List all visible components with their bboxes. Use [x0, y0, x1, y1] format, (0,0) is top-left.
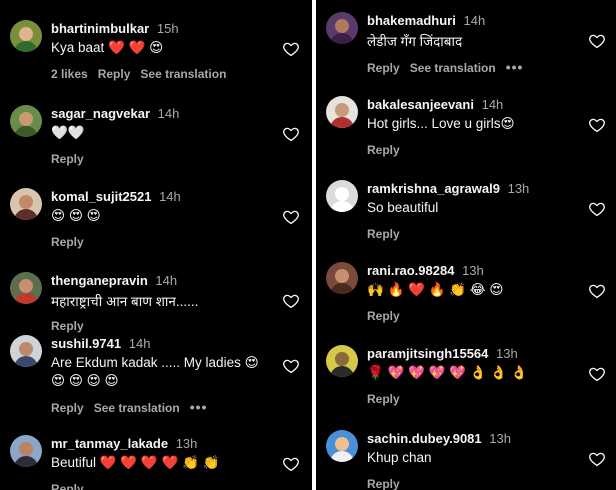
comment-text: Are Ekdum kadak ..... My ladies 😍 — [51, 355, 259, 370]
heart-outline-icon[interactable] — [282, 208, 300, 226]
comment-username[interactable]: sagar_nagvekar — [51, 106, 150, 121]
heart-outline-icon[interactable] — [588, 282, 606, 300]
comment-timestamp: 13h — [175, 436, 198, 451]
comment-text: 🙌 🔥 ❤️ 🔥 👏 😂 😍 — [367, 282, 504, 297]
avatar[interactable] — [326, 345, 358, 377]
comment-timestamp: 14h — [128, 336, 151, 351]
comment-timestamp: 14h — [157, 106, 180, 121]
comment-text: So beautiful — [367, 200, 439, 215]
comments-column-left: bhartinimbulkar 15h Kya baat ❤️ ❤️ 😍 2 li… — [0, 0, 312, 490]
comment-text-line2: 😍 😍 😍 😍 — [51, 373, 119, 388]
reply-button[interactable]: Reply — [367, 143, 400, 157]
comment-username[interactable]: mr_tanmay_lakade — [51, 436, 168, 451]
avatar[interactable] — [326, 262, 358, 294]
comment-timestamp: 14h — [159, 189, 181, 204]
reply-button[interactable]: Reply — [51, 482, 84, 490]
heart-outline-icon[interactable] — [282, 125, 300, 143]
comment-timestamp: 15h — [156, 21, 179, 36]
reply-button[interactable]: Reply — [51, 152, 84, 166]
comment-text: Hot girls... Love u girls😍 — [367, 116, 515, 131]
comment-timestamp: 13h — [496, 346, 518, 361]
heart-outline-icon[interactable] — [588, 450, 606, 468]
see-translation-button[interactable]: See translation — [140, 67, 226, 81]
heart-outline-icon[interactable] — [588, 200, 606, 218]
comment-username[interactable]: komal_sujit2521 — [51, 189, 151, 204]
comment-username[interactable]: sushil.9741 — [51, 336, 121, 351]
reply-button[interactable]: Reply — [367, 61, 400, 75]
more-options-icon[interactable]: ••• — [506, 59, 524, 75]
comment-timestamp: 13h — [462, 263, 484, 278]
comment-timestamp: 13h — [507, 181, 530, 196]
comment-text: Beutiful ❤️ ❤️ ❤️ ❤️ 👏 👏 — [51, 455, 220, 470]
comment-username[interactable]: bhakemadhuri — [367, 13, 456, 28]
avatar[interactable] — [326, 180, 358, 212]
comment-username[interactable]: ramkrishna_agrawal9 — [367, 181, 500, 196]
avatar[interactable] — [326, 12, 358, 44]
like-count[interactable]: 2 likes — [51, 67, 88, 81]
heart-outline-icon[interactable] — [588, 116, 606, 134]
avatar[interactable] — [10, 272, 42, 304]
comment-text: Khup chan — [367, 450, 432, 465]
heart-outline-icon[interactable] — [282, 40, 300, 58]
reply-button[interactable]: Reply — [367, 309, 400, 323]
comment-username[interactable]: bakalesanjeevani — [367, 97, 474, 112]
reply-button[interactable]: Reply — [51, 319, 84, 333]
heart-outline-icon[interactable] — [588, 365, 606, 383]
heart-outline-icon[interactable] — [282, 292, 300, 310]
heart-outline-icon[interactable] — [588, 32, 606, 50]
avatar[interactable] — [326, 96, 358, 128]
comment-text: Kya baat ❤️ ❤️ 😍 — [51, 40, 164, 55]
comment-timestamp: 14h — [463, 13, 486, 28]
comment-text: महाराष्ट्राची आन बाण शान...... — [51, 294, 199, 309]
see-translation-button[interactable]: See translation — [410, 61, 496, 75]
avatar[interactable] — [10, 105, 42, 137]
comment-text: 🤍🤍 — [51, 125, 85, 140]
avatar[interactable] — [10, 188, 42, 220]
comment-username[interactable]: sachin.dubey.9081 — [367, 431, 482, 446]
comments-column-right: bhakemadhuri 14h लेडीज गँग जिंदाबाद Reply… — [316, 0, 616, 490]
heart-outline-icon[interactable] — [282, 455, 300, 473]
more-options-icon[interactable]: ••• — [190, 399, 208, 415]
comment-timestamp: 14h — [155, 273, 178, 288]
reply-button[interactable]: Reply — [367, 392, 400, 406]
comment-username[interactable]: thenganepravin — [51, 273, 148, 288]
avatar[interactable] — [10, 335, 42, 367]
comment-timestamp: 14h — [481, 97, 504, 112]
reply-button[interactable]: Reply — [51, 401, 84, 415]
reply-button[interactable]: Reply — [51, 235, 84, 249]
comment-timestamp: 13h — [489, 431, 511, 446]
see-translation-button[interactable]: See translation — [94, 401, 180, 415]
comment-username[interactable]: rani.rao.98284 — [367, 263, 454, 278]
avatar[interactable] — [10, 20, 42, 52]
heart-outline-icon[interactable] — [282, 357, 300, 375]
reply-button[interactable]: Reply — [367, 227, 400, 241]
avatar[interactable] — [326, 430, 358, 462]
comment-text: 😍 😍 😍 — [51, 208, 101, 223]
reply-button[interactable]: Reply — [98, 67, 131, 81]
comment-username[interactable]: paramjitsingh15564 — [367, 346, 488, 361]
reply-button[interactable]: Reply — [367, 477, 400, 490]
comment-text: 🌹 💖 💖 💖 💖 👌 👌 👌 — [367, 365, 528, 380]
comment-username[interactable]: bhartinimbulkar — [51, 21, 149, 36]
comment-text: लेडीज गँग जिंदाबाद — [367, 34, 463, 49]
avatar[interactable] — [10, 435, 42, 467]
